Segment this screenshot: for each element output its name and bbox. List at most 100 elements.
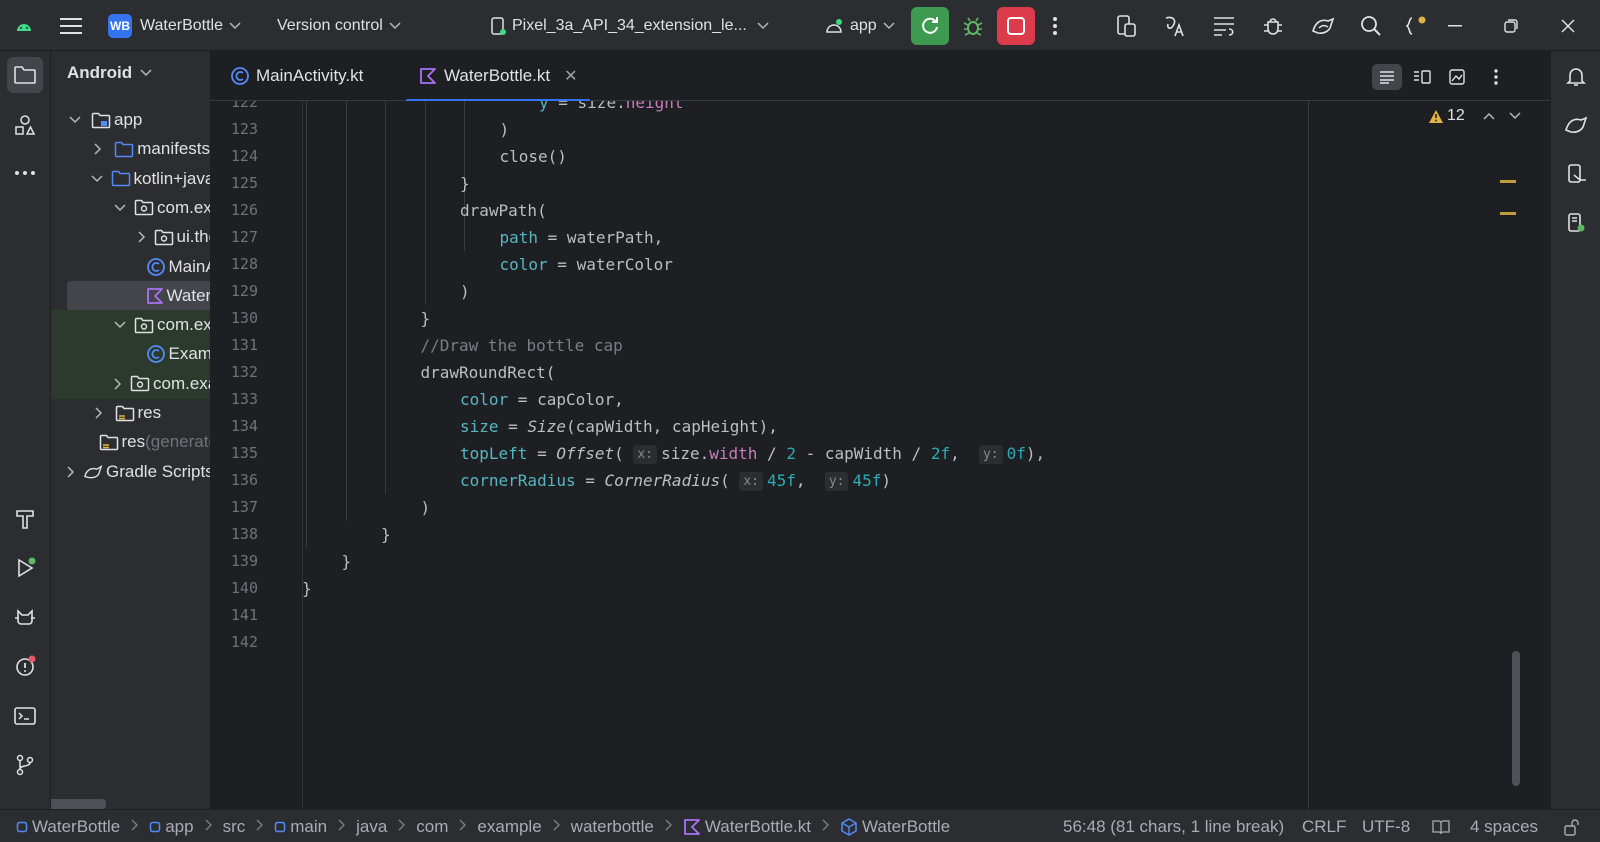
line-separator[interactable]: CRLF [1302,810,1346,842]
tab-mainactivity[interactable]: MainActivity.kt [218,51,375,101]
code-line[interactable]: cornerRadius = CornerRadius( x: 45f, y: 45… [460,467,891,494]
rerun-button[interactable] [911,0,949,51]
code-line[interactable]: } [302,575,312,602]
tree-item[interactable]: manifests [51,134,210,164]
vertical-scrollbar[interactable] [1512,651,1520,786]
project-selector[interactable]: WB WaterBottle [108,0,241,51]
tree-item[interactable]: com.example.waterbottle [51,310,210,341]
next-highlight-icon[interactable] [1509,112,1521,120]
code-line[interactable]: ) [421,494,431,521]
breadcrumb-item[interactable]: example [477,817,541,837]
breadcrumb-item[interactable]: com [416,817,448,837]
code-line[interactable]: ) [460,278,470,305]
code-line[interactable]: close() [500,143,567,170]
code-line[interactable]: topLeft = Offset( x: size.width / 2 - cap… [460,440,1045,467]
horizontal-scrollbar[interactable] [51,799,106,809]
breadcrumb-item[interactable]: java [356,817,387,837]
chevron-down-icon[interactable] [67,112,83,128]
device-selector[interactable]: Pixel_3a_API_34_extension_le... [490,0,769,51]
vcs-menu[interactable]: Version control [277,0,401,51]
run-tool-button[interactable] [7,550,43,586]
reader-mode-button[interactable] [1432,810,1450,842]
stop-button[interactable] [997,0,1035,51]
minimize-button[interactable] [1448,0,1462,51]
version-control-button[interactable] [7,747,43,783]
breadcrumb-item[interactable]: waterbottle [571,817,654,837]
resource-manager-button[interactable] [7,107,43,143]
run-config-selector[interactable]: app [824,0,895,51]
tree-item[interactable]: app [51,105,210,135]
search-button[interactable] [1360,0,1382,51]
code-line[interactable]: //Draw the bottle cap [421,332,623,359]
chevron-right-icon[interactable] [91,405,107,421]
caret-position[interactable]: 56:48 (81 chars, 1 line break) [1063,810,1284,842]
code-line[interactable]: } [342,548,352,575]
tree-item[interactable]: com.example.waterbottle [51,193,210,223]
tree-item[interactable]: res (generated) [51,427,210,457]
code-view-button[interactable] [1372,64,1402,90]
translations-button[interactable] [1163,0,1187,51]
more-tools-button[interactable] [7,155,43,191]
indent-settings[interactable]: 4 spaces [1470,810,1538,842]
tree-item[interactable]: kotlin+java [51,164,210,194]
gemini-button[interactable] [1310,0,1336,51]
chevron-right-icon[interactable] [67,464,75,480]
chevron-down-icon[interactable] [114,317,126,333]
code-line[interactable]: y = size.height [539,101,684,116]
code-line[interactable]: path = waterPath, [500,224,664,251]
running-devices-button[interactable] [1558,156,1594,192]
tree-item[interactable]: ExampleInstrumentedTest [51,339,210,370]
close-window-button[interactable] [1561,0,1575,51]
file-encoding[interactable]: UTF-8 [1362,810,1410,842]
notifications-button[interactable] [1558,58,1594,94]
restore-button[interactable] [1504,0,1518,51]
code-line[interactable]: drawRoundRect( [421,359,556,386]
previous-highlight-icon[interactable] [1483,112,1495,120]
warning-marker[interactable] [1500,180,1516,183]
split-view-button[interactable] [1407,64,1437,90]
project-view-selector[interactable]: Android [67,63,152,83]
warning-marker[interactable] [1500,212,1516,215]
code-editor[interactable]: 122 123 124 125 126 127 128 129 130 131 132 133 134 1… [210,101,1550,809]
project-tool-button[interactable] [7,57,43,93]
tree-item[interactable]: MainActivity [51,252,210,282]
tree-item[interactable]: com.example.waterbottle [51,368,210,399]
chevron-right-icon[interactable] [137,229,146,245]
device-manager-button[interactable] [1113,0,1137,51]
breadcrumb-item[interactable]: main [274,817,327,837]
code-line[interactable]: } [460,170,470,197]
readonly-toggle[interactable] [1563,810,1581,842]
code-with-me-button[interactable] [1404,0,1428,51]
breadcrumb-item[interactable]: WaterBottle [840,817,950,837]
code-line[interactable]: color = waterColor [500,251,673,278]
tree-item[interactable]: WaterBottle.kt [67,280,210,311]
build-button[interactable] [7,501,43,537]
code-line[interactable]: } [381,521,391,548]
breadcrumb-item[interactable]: WaterBottle [16,817,120,837]
chevron-right-icon[interactable] [114,376,122,392]
more-actions-button[interactable] [1053,0,1057,51]
device-explorer-button[interactable] [1558,205,1594,241]
debug-button[interactable] [962,0,984,51]
close-icon[interactable]: ✕ [564,66,577,86]
code-line[interactable]: } [421,305,431,332]
chevron-down-icon[interactable] [90,171,103,187]
layout-inspector-button[interactable] [1212,0,1236,51]
terminal-button[interactable] [7,698,43,734]
breadcrumb-item[interactable]: WaterBottle.kt [683,817,811,837]
breadcrumb-item[interactable]: src [223,817,246,837]
gemini-tool-button[interactable] [1558,107,1594,143]
tree-item[interactable]: res [51,398,210,428]
design-view-button[interactable] [1442,64,1472,90]
app-quality-button[interactable] [1261,0,1285,51]
chevron-down-icon[interactable] [114,200,126,216]
code-line[interactable]: size = Size(capWidth, capHeight), [460,413,778,440]
code-line[interactable]: color = capColor, [460,386,624,413]
code-line[interactable]: drawPath( [460,197,547,224]
code-line[interactable]: ) [500,116,510,143]
inspection-widget[interactable]: 12 [1428,107,1521,125]
tab-options-button[interactable] [1481,64,1511,90]
logcat-button[interactable] [7,599,43,635]
problems-button[interactable] [7,648,43,684]
tree-item[interactable]: Gradle Scripts [51,457,210,487]
